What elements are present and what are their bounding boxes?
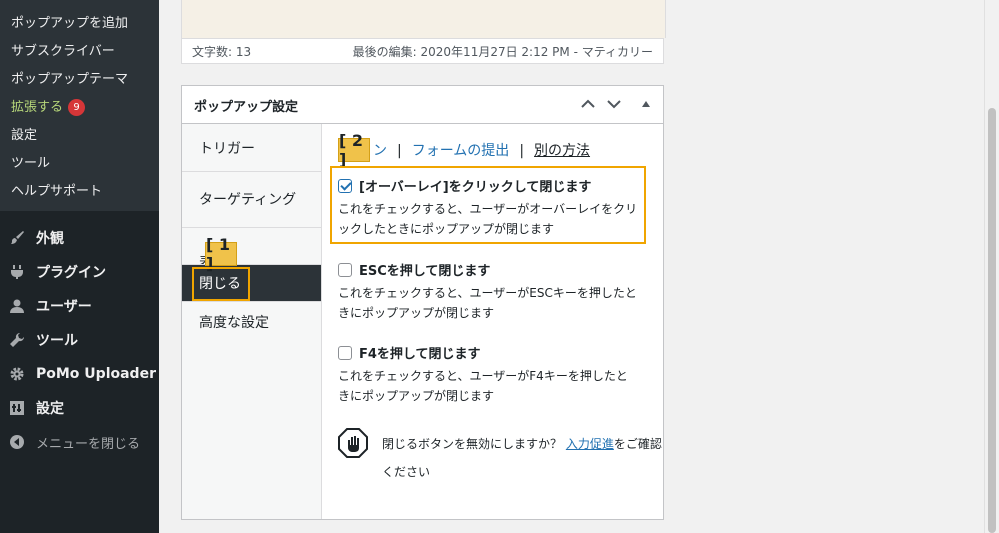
- esc-close-description: これをチェックすると、ユーザーがESCキーを押したときにポップアップが閉じます: [338, 286, 637, 320]
- option-header: F4を押して閉じます: [338, 343, 638, 362]
- esc-close-label[interactable]: ESCを押して閉じます: [359, 260, 490, 279]
- settings-icon: [8, 399, 26, 417]
- wrench-icon: [8, 331, 26, 349]
- editor-status-bar: 文字数: 13 最後の編集: 2020年11月27日 2:12 PM - マティ…: [181, 38, 664, 64]
- settings-content: ン | フォームの提出 | 別の方法 [ 2 ] [オーバーレイ]をクリックして閉じます…: [322, 124, 663, 519]
- submenu-item-add-popup[interactable]: ポップアップを追加: [11, 12, 128, 31]
- tab-targeting-label: ターゲティング: [199, 191, 297, 208]
- admin-sidebar: ポップアップを追加 サブスクライバー ポップアップテーマ 拡張する 9 設定 ツー…: [0, 0, 159, 533]
- brush-icon: [8, 229, 26, 247]
- menu-item-plugins[interactable]: プラグイン: [8, 261, 106, 283]
- stop-hand-icon: [338, 428, 368, 461]
- close-subnav: ン | フォームの提出 | 別の方法: [337, 140, 590, 160]
- chevron-down-icon: [607, 100, 621, 109]
- toggle-panel-button[interactable]: [636, 94, 656, 114]
- menu-item-tools[interactable]: ツール: [8, 329, 78, 351]
- word-count: 文字数: 13: [192, 44, 252, 59]
- subnav-separator: |: [519, 143, 525, 159]
- submenu: ポップアップを追加 サブスクライバー ポップアップテーマ 拡張する 9 設定 ツー…: [0, 0, 159, 211]
- step-marker-1: [ 1 ]: [205, 235, 237, 273]
- submenu-item-themes[interactable]: ポップアップテーマ: [11, 68, 128, 87]
- menu-item-label: ツール: [36, 333, 78, 349]
- update-count-badge: 9: [68, 99, 86, 116]
- triangle-up-icon: [642, 101, 650, 107]
- collapse-menu-label: メニューを閉じる: [36, 436, 141, 452]
- submenu-item-tools[interactable]: ツール: [11, 152, 50, 171]
- submenu-item-extend-label: 拡張する: [11, 100, 64, 115]
- tab-advanced[interactable]: 高度な設定: [182, 302, 321, 342]
- menu-item-users[interactable]: ユーザー: [8, 295, 92, 317]
- esc-close-checkbox[interactable]: [338, 262, 352, 277]
- menu-item-label: ユーザー: [36, 299, 92, 315]
- submenu-item-help[interactable]: ヘルプサポート: [11, 180, 102, 199]
- submenu-item-settings[interactable]: 設定: [11, 124, 37, 143]
- subnav-separator: |: [397, 143, 402, 159]
- menu-item-appearance[interactable]: 外観: [8, 227, 64, 249]
- overlay-close-checkbox[interactable]: [338, 178, 352, 193]
- collapse-arrow-icon: [8, 433, 26, 451]
- subnav-other-methods[interactable]: 別の方法: [534, 143, 590, 159]
- tab-trigger[interactable]: トリガー: [182, 124, 321, 172]
- subnav-form-submission-link[interactable]: フォームの提出: [412, 143, 510, 159]
- f4-close-checkbox[interactable]: [338, 345, 352, 360]
- tab-targeting[interactable]: ターゲティング: [182, 172, 321, 228]
- menu-item-label: プラグイン: [36, 265, 106, 281]
- menu-item-settings[interactable]: 設定: [8, 397, 64, 419]
- move-up-button[interactable]: [578, 94, 598, 114]
- notice-text: 閉じるボタンを無効にしますか？ 入力促進をご確認ください: [382, 430, 662, 486]
- collapse-menu-button[interactable]: メニューを閉じる: [8, 431, 140, 453]
- menu-item-pomo-uploader[interactable]: PoMo Uploader: [8, 363, 156, 385]
- option-close-on-f4: F4を押して閉じます これをチェックすると、ユーザーがF4キーを押したときにポッ…: [338, 343, 638, 406]
- overlay-close-label[interactable]: [オーバーレイ]をクリックして閉じます: [359, 176, 591, 195]
- option-header: [オーバーレイ]をクリックして閉じます: [338, 176, 638, 195]
- option-close-on-esc: ESCを押して閉じます これをチェックすると、ユーザーがESCキーを押したときに…: [338, 260, 638, 323]
- overlay-close-description: これをチェックすると、ユーザーがオーバーレイをクリックしたときにポップアップが閉…: [338, 202, 638, 236]
- input-prompt-link[interactable]: 入力促進: [566, 437, 614, 451]
- menu-item-label: PoMo Uploader: [36, 366, 156, 382]
- scrollbar-thumb[interactable]: [988, 108, 996, 533]
- notice-before: 閉じるボタンを無効にしますか？: [382, 437, 563, 451]
- option-header: ESCを押して閉じます: [338, 260, 638, 279]
- page-scrollbar[interactable]: [984, 0, 999, 533]
- editor-content-area[interactable]: [181, 0, 666, 38]
- step-marker-2: [ 2 ]: [338, 131, 370, 169]
- popup-settings-postbox: ポップアップ設定 トリガー ターゲティング 表示 閉じる 高度な設定 [ 1 ]…: [181, 85, 664, 520]
- subnav-partial-link[interactable]: ン: [373, 143, 387, 159]
- postbox-header: ポップアップ設定: [182, 86, 663, 124]
- move-down-button[interactable]: [604, 94, 624, 114]
- menu-item-label: 外観: [36, 231, 64, 247]
- chevron-up-icon: [581, 99, 595, 108]
- plugin-icon: [8, 263, 26, 281]
- gear-icon: [8, 365, 26, 383]
- settings-tabs: トリガー ターゲティング 表示 閉じる 高度な設定: [182, 124, 322, 519]
- user-icon: [8, 297, 26, 315]
- submenu-item-extend[interactable]: 拡張する 9: [11, 96, 86, 116]
- tab-display[interactable]: 表示: [182, 228, 321, 265]
- f4-close-label[interactable]: F4を押して閉じます: [359, 343, 481, 362]
- menu-item-label: 設定: [36, 401, 64, 417]
- tab-trigger-label: トリガー: [199, 140, 255, 157]
- tab-close[interactable]: 閉じる: [182, 265, 321, 302]
- f4-close-description: これをチェックすると、ユーザーがF4キーを押したときにポップアップが閉じます: [338, 369, 628, 403]
- option-close-on-overlay: [オーバーレイ]をクリックして閉じます これをチェックすると、ユーザーがオーバー…: [338, 176, 638, 239]
- postbox-title: ポップアップ設定: [194, 100, 299, 115]
- tab-advanced-label: 高度な設定: [199, 315, 269, 331]
- tab-close-label: 閉じる: [199, 276, 241, 292]
- last-edited: 最後の編集: 2020年11月27日 2:12 PM - マティカリー: [352, 44, 653, 59]
- submenu-item-subscribers[interactable]: サブスクライバー: [11, 40, 115, 59]
